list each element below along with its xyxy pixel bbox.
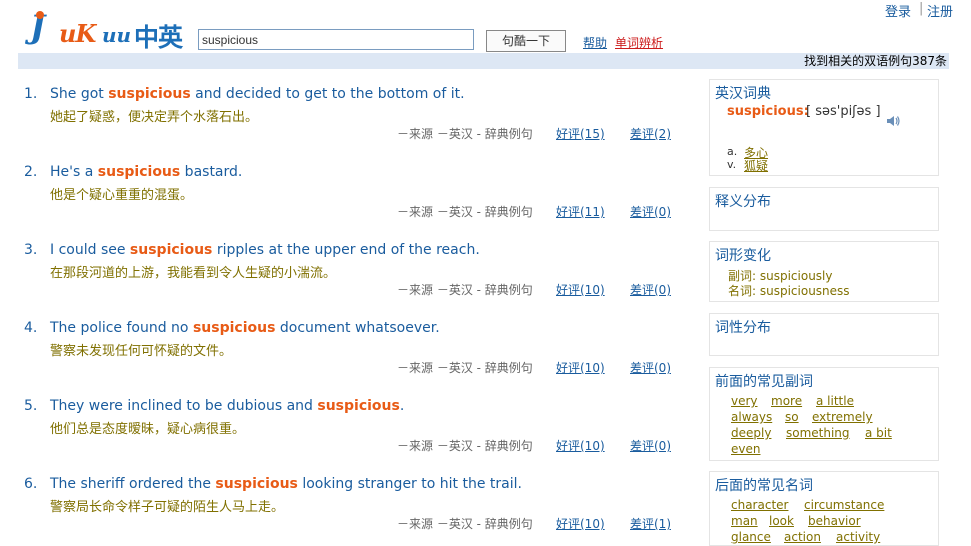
- jukuu-logo[interactable]: J uK uu 中英: [30, 8, 190, 52]
- result-count: 找到相关的双语例句387条: [804, 54, 947, 68]
- bad-rating-link[interactable]: 差评(1): [630, 515, 671, 532]
- logo-letters-uu: uu: [102, 23, 132, 47]
- chinese-translation: 警察未发现任何可怀疑的文件。: [50, 344, 233, 359]
- english-sentence: I could see suspicious ripples at the up…: [50, 242, 480, 258]
- result-number: 5.: [24, 398, 38, 414]
- meaning-distribution-panel: 释义分布: [709, 187, 939, 231]
- meaning-distribution-title: 释义分布: [715, 194, 771, 210]
- pos-distribution-title: 词性分布: [715, 320, 771, 336]
- good-rating-link[interactable]: 好评(11): [556, 203, 605, 220]
- chinese-translation: 他是个疑心重重的混蛋。: [50, 188, 194, 203]
- adverb-tag[interactable]: so: [785, 410, 799, 424]
- common-adverbs-title: 前面的常见副词: [715, 374, 813, 390]
- source-info: －来源 －英汉 - 辞典例句: [397, 517, 533, 531]
- noun-tag[interactable]: activity: [836, 530, 880, 544]
- adverb-tag[interactable]: a bit: [865, 426, 892, 440]
- result-number: 1.: [24, 86, 38, 102]
- result-number: 4.: [24, 320, 38, 336]
- english-sentence: She got suspicious and decided to get to…: [50, 86, 465, 102]
- chinese-translation: 在那段河道的上游，我能看到令人生疑的小湍流。: [50, 266, 337, 281]
- noun-tag[interactable]: glance: [731, 530, 771, 544]
- dictionary-title: 英汉词典: [715, 86, 771, 102]
- word-analysis-link[interactable]: 单词辨析: [615, 34, 663, 51]
- noun-tag[interactable]: character: [731, 498, 788, 512]
- adverb-tag[interactable]: extremely: [812, 410, 873, 424]
- result-number: 3.: [24, 242, 38, 258]
- result-number: 6.: [24, 476, 38, 492]
- adverb-tag[interactable]: more: [771, 394, 802, 408]
- logo-chinese: 中英: [134, 23, 183, 52]
- source-info: －来源 －英汉 - 辞典例句: [397, 439, 533, 453]
- pos-distribution-panel: 词性分布: [709, 313, 939, 356]
- register-link[interactable]: 注册: [927, 1, 953, 20]
- english-sentence: They were inclined to be dubious and sus…: [50, 398, 405, 414]
- source-info: －来源 －英汉 - 辞典例句: [397, 283, 533, 297]
- bad-rating-link[interactable]: 差评(0): [630, 281, 671, 298]
- noun-tag[interactable]: behavior: [808, 514, 861, 528]
- common-nouns-panel: 后面的常见名词 character circumstance man look …: [709, 471, 939, 546]
- adverb-tag[interactable]: always: [731, 410, 772, 424]
- keyword: suspicious: [192, 320, 276, 336]
- english-sentence: The police found no suspicious document …: [50, 320, 440, 336]
- noun-tag[interactable]: look: [769, 514, 794, 528]
- adverb-tag[interactable]: something: [786, 426, 850, 440]
- source-info: －来源 －英汉 - 辞典例句: [397, 127, 533, 141]
- source-info: －来源 －英汉 - 辞典例句: [397, 361, 533, 375]
- noun-tag[interactable]: circumstance: [804, 498, 884, 512]
- chinese-translation: 他们总是态度暧昧，疑心病很重。: [50, 422, 246, 437]
- bad-rating-link[interactable]: 差评(2): [630, 125, 671, 142]
- part-of-speech: v.: [727, 158, 737, 171]
- help-link[interactable]: 帮助: [583, 34, 607, 51]
- word-forms-panel: 词形变化 副词: suspiciously 名词: suspiciousness: [709, 241, 939, 302]
- sense-link[interactable]: 狐疑: [744, 157, 768, 174]
- bad-rating-link[interactable]: 差评(0): [630, 359, 671, 376]
- good-rating-link[interactable]: 好评(15): [556, 125, 605, 142]
- good-rating-link[interactable]: 好评(10): [556, 359, 605, 376]
- adverb-tag[interactable]: even: [731, 442, 760, 456]
- bad-rating-link[interactable]: 差评(0): [630, 437, 671, 454]
- headword: suspicious:: [727, 104, 809, 119]
- word-forms-title: 词形变化: [715, 248, 771, 264]
- separator: |: [919, 1, 924, 16]
- common-nouns-title: 后面的常见名词: [715, 478, 813, 494]
- common-adverbs-panel: 前面的常见副词 very more a little always so ext…: [709, 367, 939, 461]
- good-rating-link[interactable]: 好评(10): [556, 437, 605, 454]
- chinese-translation: 她起了疑惑，便决定弄个水落石出。: [50, 110, 259, 125]
- english-sentence: The sheriff ordered the suspicious looki…: [50, 476, 522, 492]
- good-rating-link[interactable]: 好评(10): [556, 515, 605, 532]
- part-of-speech: a.: [727, 145, 738, 158]
- keyword: suspicious: [97, 164, 181, 180]
- search-button[interactable]: 句酷一下: [486, 30, 566, 52]
- logo-letters-ku: uK: [59, 19, 96, 48]
- search-input[interactable]: [198, 29, 474, 50]
- keyword: suspicious: [129, 242, 213, 258]
- phonetic: [ səs'piʃəs ]: [806, 104, 881, 119]
- chinese-translation: 警察局长命令样子可疑的陌生人马上走。: [50, 500, 285, 515]
- adverb-tag[interactable]: deeply: [731, 426, 771, 440]
- bad-rating-link[interactable]: 差评(0): [630, 203, 671, 220]
- keyword: suspicious: [108, 86, 191, 102]
- speaker-icon[interactable]: [885, 114, 901, 128]
- good-rating-link[interactable]: 好评(10): [556, 281, 605, 298]
- noun-tag[interactable]: man: [731, 514, 758, 528]
- adverb-tag[interactable]: very: [731, 394, 758, 408]
- keyword: suspicious: [215, 476, 298, 492]
- adverb-tag[interactable]: a little: [816, 394, 854, 408]
- word-form-noun: 名词: suspiciousness: [728, 284, 850, 298]
- dictionary-panel: 英汉词典 suspicious: [ səs'piʃəs ] a. 多心 v. …: [709, 79, 939, 176]
- noun-tag[interactable]: action: [784, 530, 821, 544]
- logo-dot: [36, 11, 44, 19]
- keyword: suspicious: [317, 398, 400, 414]
- result-number: 2.: [24, 164, 38, 180]
- english-sentence: He's a suspicious bastard.: [50, 164, 243, 180]
- login-link[interactable]: 登录: [885, 1, 911, 20]
- source-info: －来源 －英汉 - 辞典例句: [397, 205, 533, 219]
